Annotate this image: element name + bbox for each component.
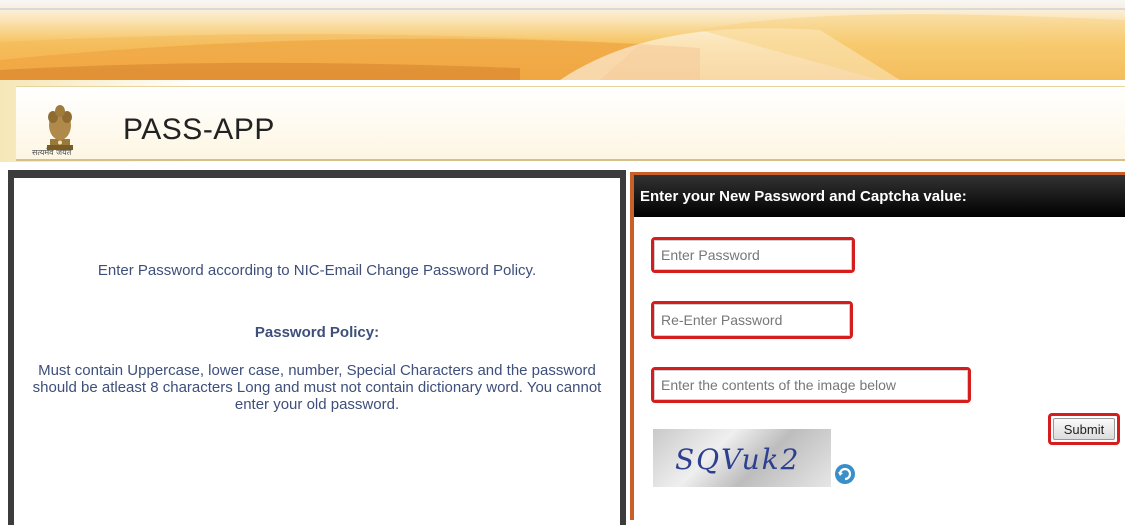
password-field-frame (651, 237, 855, 273)
submit-button[interactable]: Submit (1053, 418, 1115, 440)
password-form-panel: Enter your New Password and Captcha valu… (630, 172, 1125, 520)
captcha-input[interactable] (654, 370, 968, 400)
captcha-text: SQVuk2 (675, 443, 801, 476)
top-banner (0, 0, 1125, 80)
refresh-icon[interactable] (834, 463, 856, 485)
captcha-field-frame (651, 367, 971, 403)
submit-button-frame: Submit (1048, 413, 1120, 445)
form-heading: Enter your New Password and Captcha valu… (634, 175, 1125, 217)
policy-panel: Enter Password according to NIC-Email Ch… (8, 170, 626, 525)
header-panel: सत्यमेव जयते PASS-APP (16, 86, 1125, 161)
header-bar: सत्यमेव जयते PASS-APP (0, 80, 1125, 162)
policy-text: Must contain Uppercase, lower case, numb… (32, 362, 602, 413)
reenter-password-input[interactable] (654, 304, 850, 336)
emblem-caption: सत्यमेव जयते (32, 148, 72, 157)
captcha-image: SQVuk2 (653, 429, 831, 487)
policy-intro: Enter Password according to NIC-Email Ch… (97, 262, 537, 279)
policy-heading: Password Policy: (254, 324, 380, 341)
app-title: PASS-APP (123, 113, 275, 146)
password-input[interactable] (654, 240, 852, 270)
reenter-field-frame (651, 301, 853, 339)
banner-graphic (0, 14, 1125, 80)
